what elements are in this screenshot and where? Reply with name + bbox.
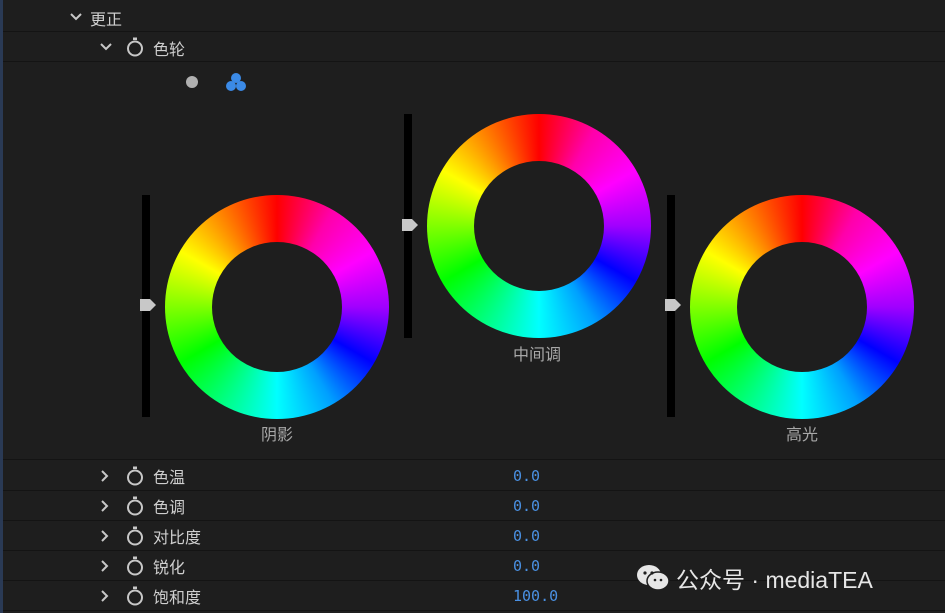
three-wheels-icon[interactable] [225,71,247,93]
param-label: 对比度 [153,528,202,547]
param-row-contrast[interactable]: 对比度 0.0 [3,521,945,551]
watermark-text: 公众号 · mediaTEA [676,567,873,593]
chevron-right-icon[interactable] [95,587,113,605]
param-value[interactable]: 0.0 [513,497,540,515]
chevron-down-icon[interactable] [67,8,85,26]
midtones-level-thumb[interactable] [402,218,418,232]
chevron-down-icon[interactable] [97,38,115,56]
stopwatch-icon[interactable] [126,526,144,546]
watermark: 公众号 · mediaTEA [636,561,873,595]
stopwatch-icon[interactable] [126,586,144,606]
param-label: 色调 [153,498,186,517]
stopwatch-icon[interactable] [126,496,144,516]
midtones-label: 中间调 [512,345,561,364]
stopwatch-icon[interactable] [126,37,144,57]
chevron-right-icon[interactable] [95,467,113,485]
shadows-color-wheel[interactable] [165,195,389,419]
shadows-label: 阴影 [260,425,293,444]
param-value[interactable]: 0.0 [513,467,540,485]
param-value[interactable]: 0.0 [513,527,540,545]
param-label: 锐化 [153,558,186,577]
color-wheels-header[interactable]: 色轮 [3,32,945,62]
section-header-correction[interactable]: 更正 [3,2,945,32]
chevron-right-icon[interactable] [95,497,113,515]
param-row-tint[interactable]: 色调 0.0 [3,491,945,521]
color-wheels-panel: 阴影 中间调 高光 [3,62,945,460]
param-value[interactable]: 100.0 [513,587,558,605]
highlights-color-wheel[interactable] [690,195,914,419]
stopwatch-icon[interactable] [126,466,144,486]
param-label: 饱和度 [153,588,202,607]
wechat-icon [637,565,670,591]
param-value[interactable]: 0.0 [513,557,540,575]
section-title: 更正 [90,10,123,29]
stopwatch-icon[interactable] [126,556,144,576]
midtones-color-wheel[interactable] [427,114,651,338]
shadows-level-thumb[interactable] [140,298,156,312]
single-wheel-icon[interactable] [184,74,200,90]
param-row-temperature[interactable]: 色温 0.0 [3,461,945,491]
param-label: 色温 [153,468,186,487]
color-wheels-title: 色轮 [153,40,186,59]
highlights-level-thumb[interactable] [665,298,681,312]
highlights-label: 高光 [785,425,818,444]
chevron-right-icon[interactable] [95,557,113,575]
chevron-right-icon[interactable] [95,527,113,545]
